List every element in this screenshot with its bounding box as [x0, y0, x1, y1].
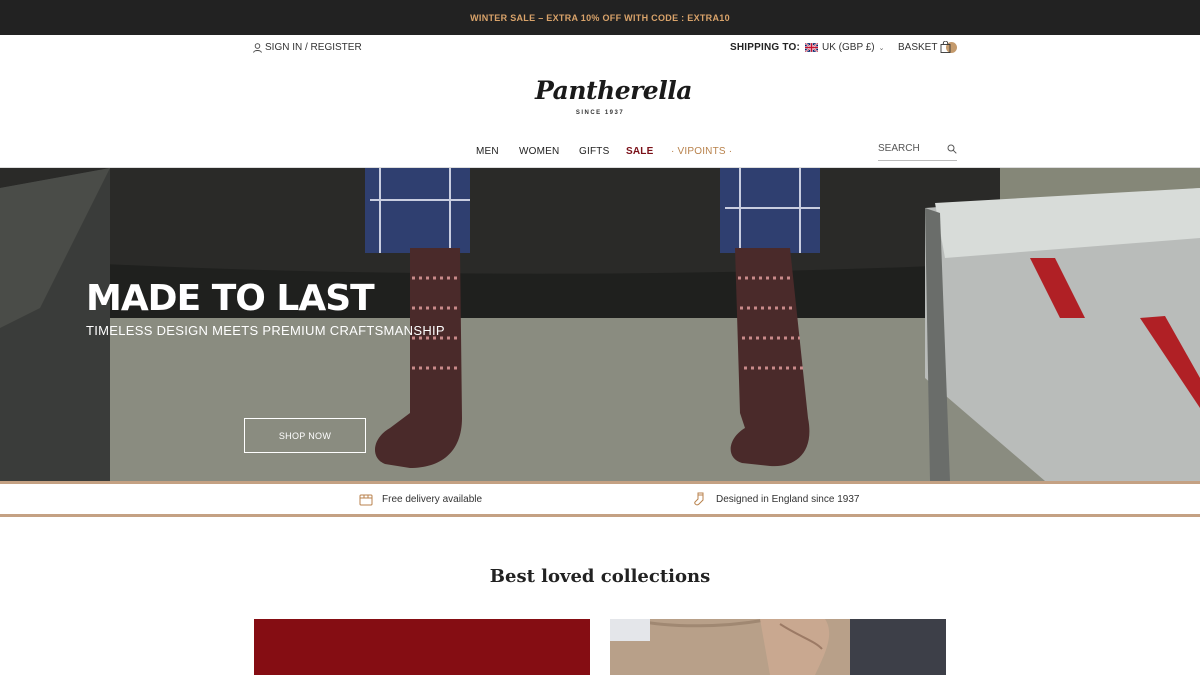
basket-label: BASKET	[898, 41, 938, 53]
shop-now-button[interactable]: SHOP NOW	[244, 418, 366, 453]
utility-bar: SIGN IN / REGISTER SHIPPING TO: UK (GBP …	[0, 35, 1200, 61]
basket-icon	[940, 41, 958, 53]
collection-image	[610, 619, 946, 675]
shipping-label: SHIPPING TO:	[730, 42, 801, 53]
hero-title: MADE TO LAST	[86, 278, 375, 319]
shipping-selector: SHIPPING TO: UK (GBP £) ⌄	[730, 42, 885, 53]
brand-logo[interactable]: Pantherella SINCE 1937	[535, 76, 692, 116]
search-box	[878, 141, 957, 161]
nav-item-sale[interactable]: SALE	[626, 146, 653, 157]
uk-flag-icon	[805, 43, 819, 52]
brand-name: Pantherella	[535, 76, 692, 105]
main-nav: MEN WOMEN GIFTS SALE · VIPOINTS ·	[0, 146, 1200, 158]
usp-item-delivery: Free delivery available	[359, 492, 482, 506]
nav-item-vipoints[interactable]: · VIPOINTS ·	[671, 146, 732, 157]
collection-card[interactable]	[610, 619, 946, 675]
promo-text: WINTER SALE – EXTRA 10% OFF WITH CODE : …	[470, 12, 730, 23]
collection-card[interactable]	[254, 619, 590, 675]
sign-in-label: SIGN IN / REGISTER	[265, 42, 362, 53]
promo-bar: WINTER SALE – EXTRA 10% OFF WITH CODE : …	[0, 0, 1200, 35]
hero-subtitle: TIMELESS DESIGN MEETS PREMIUM CRAFTSMANS…	[86, 323, 445, 338]
basket-link[interactable]: BASKET	[898, 41, 958, 53]
brand-tagline: SINCE 1937	[575, 110, 625, 116]
usp-delivery-text: Free delivery available	[382, 493, 483, 505]
usp-bar: Free delivery available Designed in Engl…	[0, 481, 1200, 517]
delivery-box-icon	[359, 494, 373, 506]
chevron-down-icon: ⌄	[878, 44, 885, 52]
usp-heritage-text: Designed in England since 1937	[716, 493, 860, 505]
nav-item-men[interactable]: MEN	[476, 146, 499, 157]
hero-banner: MADE TO LAST TIMELESS DESIGN MEETS PREMI…	[0, 168, 1200, 481]
user-icon	[253, 42, 262, 53]
collections-title: Best loved collections	[489, 566, 711, 587]
currency-dropdown[interactable]: UK (GBP £) ⌄	[805, 42, 885, 53]
usp-item-heritage: Designed in England since 1937	[693, 492, 859, 506]
search-icon[interactable]	[947, 144, 957, 154]
sock-icon	[694, 492, 704, 506]
nav-item-women[interactable]: WOMEN	[519, 146, 559, 157]
search-input[interactable]	[878, 143, 938, 158]
nav-item-gifts[interactable]: GIFTS	[579, 146, 609, 157]
currency-label: UK (GBP £)	[822, 42, 875, 53]
sign-in-link[interactable]: SIGN IN / REGISTER	[253, 42, 362, 53]
